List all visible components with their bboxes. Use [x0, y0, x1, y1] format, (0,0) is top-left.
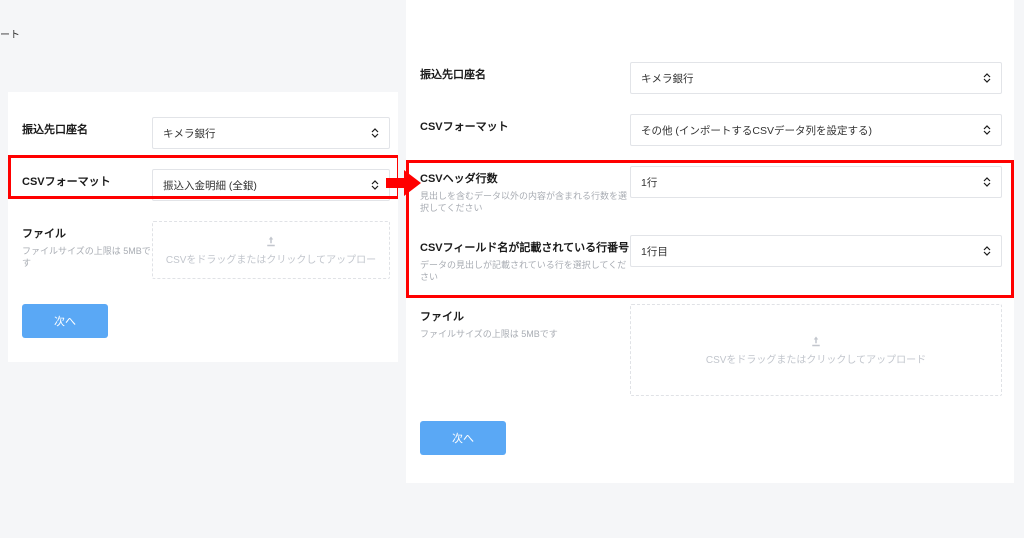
- truncated-text: ート: [0, 26, 20, 41]
- updown-icon: [983, 246, 991, 256]
- label-fieldname-row: CSVフィールド名が記載されている行番号: [420, 241, 630, 256]
- label-file-sub: ファイルサイズの上限は 5MBです: [22, 245, 152, 270]
- select-account-name[interactable]: キメラ銀行: [630, 62, 1002, 94]
- select-fieldname-row[interactable]: 1行目: [630, 235, 1002, 267]
- label-account-name: 振込先口座名: [420, 68, 630, 83]
- select-csv-format-value: その他 (インポートするCSVデータ列を設定する): [641, 123, 872, 138]
- select-account-name[interactable]: キメラ銀行: [152, 117, 390, 149]
- row-file: ファイル ファイルサイズの上限は 5MBです CSVをドラッグまたはクリックして…: [406, 301, 1014, 399]
- label-csv-format: CSVフォーマット: [22, 175, 152, 190]
- row-fieldname-row: CSVフィールド名が記載されている行番号 データの見出しが記載されている行を選択…: [406, 232, 1014, 287]
- dropzone-text: CSVをドラッグまたはクリックしてアップロー: [166, 251, 376, 266]
- upload-icon: [810, 335, 822, 347]
- label-header-rows-sub: 見出しを含むデータ以外の内容が含まれる行数を選択してください: [420, 190, 630, 215]
- updown-icon: [983, 177, 991, 187]
- before-panel: ート 振込先口座名 キメラ銀行 CSVフォーマット: [0, 0, 398, 538]
- label-account-name: 振込先口座名: [22, 123, 152, 138]
- row-account-name: 振込先口座名 キメラ銀行: [406, 59, 1014, 97]
- row-header-rows: CSVヘッダ行数 見出しを含むデータ以外の内容が含まれる行数を選択してください …: [406, 163, 1014, 218]
- select-csv-format[interactable]: 振込入金明細 (全銀): [152, 169, 390, 201]
- after-panel: 振込先口座名 キメラ銀行 CSVフォーマット その他 (インポートするCSV: [398, 0, 1024, 538]
- select-header-rows[interactable]: 1行: [630, 166, 1002, 198]
- button-row: 次へ: [406, 403, 1014, 455]
- row-csv-format: CSVフォーマット 振込入金明細 (全銀): [8, 166, 398, 204]
- row-csv-format: CSVフォーマット その他 (インポートするCSVデータ列を設定する): [406, 111, 1014, 149]
- updown-icon: [371, 180, 379, 190]
- select-header-rows-value: 1行: [641, 175, 657, 190]
- next-button-label: 次へ: [54, 313, 76, 329]
- label-file: ファイル: [420, 310, 630, 325]
- next-button[interactable]: 次へ: [420, 421, 506, 455]
- upload-icon: [265, 235, 277, 247]
- select-fieldname-row-value: 1行目: [641, 244, 668, 259]
- dropzone-text: CSVをドラッグまたはクリックしてアップロード: [706, 351, 926, 366]
- file-dropzone[interactable]: CSVをドラッグまたはクリックしてアップロード: [630, 304, 1002, 396]
- label-csv-format: CSVフォーマット: [420, 120, 630, 135]
- row-file: ファイル ファイルサイズの上限は 5MBです CSVをドラッグまたはクリックして…: [8, 218, 398, 282]
- updown-icon: [983, 125, 991, 135]
- arrow-right-icon: [386, 168, 422, 198]
- select-csv-format[interactable]: その他 (インポートするCSVデータ列を設定する): [630, 114, 1002, 146]
- label-file: ファイル: [22, 227, 152, 242]
- file-dropzone[interactable]: CSVをドラッグまたはクリックしてアップロー: [152, 221, 390, 279]
- updown-icon: [983, 73, 991, 83]
- right-form-card: 振込先口座名 キメラ銀行 CSVフォーマット その他 (インポートするCSV: [406, 0, 1014, 483]
- updown-icon: [371, 128, 379, 138]
- button-row: 次へ: [8, 286, 398, 338]
- select-account-value: キメラ銀行: [163, 126, 216, 141]
- next-button-label: 次へ: [452, 430, 474, 446]
- label-fieldname-row-sub: データの見出しが記載されている行を選択してください: [420, 259, 630, 284]
- label-file-sub: ファイルサイズの上限は 5MBです: [420, 328, 630, 341]
- select-account-value: キメラ銀行: [641, 71, 694, 86]
- select-csv-format-value: 振込入金明細 (全銀): [163, 178, 257, 193]
- next-button[interactable]: 次へ: [22, 304, 108, 338]
- row-account-name: 振込先口座名 キメラ銀行: [8, 114, 398, 152]
- label-header-rows: CSVヘッダ行数: [420, 172, 630, 187]
- left-form-card: 振込先口座名 キメラ銀行 CSVフォーマット 振込入金明細 (全銀): [8, 92, 398, 362]
